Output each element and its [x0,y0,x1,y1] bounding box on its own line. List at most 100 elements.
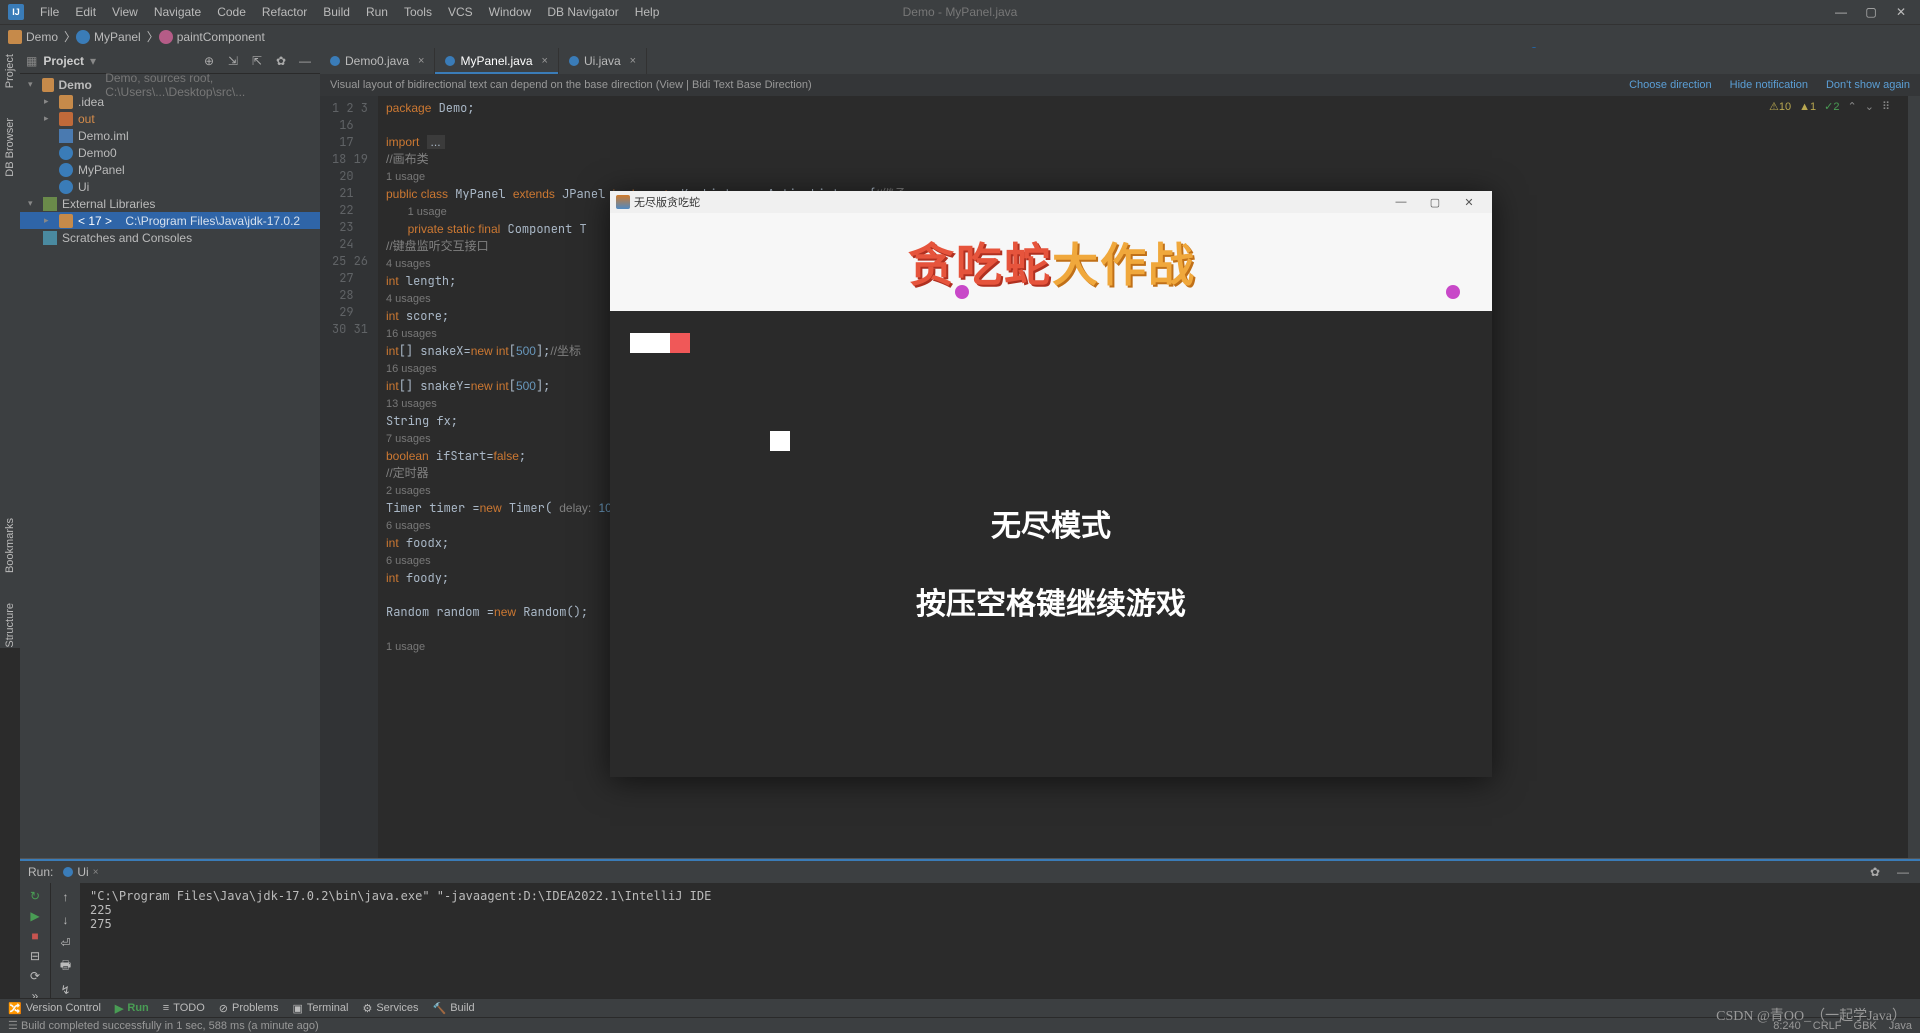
menu-navigate[interactable]: Navigate [148,3,207,21]
food [770,431,790,451]
tree-mypanel[interactable]: MyPanel [78,163,125,177]
wrap-icon[interactable]: ⏎ [57,935,75,952]
up-icon[interactable]: ↑ [57,889,75,906]
class-icon [59,163,73,177]
minimize-button[interactable]: — [1826,0,1856,24]
gutter: 1 2 3 16 17 18 19 20 21 22 23 24 25 26 2… [320,96,378,858]
banner-link[interactable]: Choose direction [1629,79,1712,91]
tool-version-control[interactable]: 🔀Version Control [8,1002,101,1015]
menu-code[interactable]: Code [211,3,252,21]
project-tree[interactable]: ▾Demo Demo, sources root, C:\Users\...\D… [20,74,320,248]
close-icon[interactable]: × [542,55,548,67]
stop-icon[interactable]: ■ [26,929,44,943]
run-output[interactable]: "C:\Program Files\Java\jdk-17.0.2\bin\ja… [80,883,1920,998]
window-controls: — ▢ ✕ [1826,0,1916,24]
game-window[interactable]: 无尽版贪吃蛇 — ▢ ✕ 贪吃蛇大作战 无尽模式 按压空格键继续游戏 [610,191,1492,777]
game-hint-text: 按压空格键继续游戏 [610,579,1492,623]
game-board[interactable]: 无尽模式 按压空格键继续游戏 [610,311,1492,777]
menu-vcs[interactable]: VCS [442,3,479,21]
project-title[interactable]: Project [43,54,84,68]
statusbar: 🔀Version Control ▶Run ≡TODO ⊘Problems ▣Termi… [0,998,1920,1033]
run-tab[interactable]: Ui × [63,865,98,879]
tree-ui[interactable]: Ui [78,180,89,194]
down-icon[interactable]: ↓ [57,912,75,929]
ide-logo: IJ [8,4,24,20]
tab-demo0-java[interactable]: Demo0.java× [320,48,435,74]
bookmarks-tab[interactable]: Bookmarks [4,518,16,573]
library-icon [43,197,57,211]
banner-text: Visual layout of bidirectional text can … [330,79,812,91]
menu-run[interactable]: Run [360,3,394,21]
tool-run[interactable]: ▶Run [115,1002,149,1015]
tool-problems[interactable]: ⊘Problems [219,1002,279,1015]
tool-services[interactable]: ⚙Services [362,1002,418,1015]
close-button[interactable]: ✕ [1886,0,1916,24]
menu-db-navigator[interactable]: DB Navigator [541,3,624,21]
game-close[interactable]: ✕ [1452,196,1486,209]
run-title: Run: [28,865,53,879]
tree-jdk-path: C:\Program Files\Java\jdk-17.0.2 [125,214,300,228]
collapse-all-icon[interactable]: ⇱ [248,52,266,70]
hide-icon[interactable]: — [296,52,314,70]
maximize-button[interactable]: ▢ [1856,0,1886,24]
warn-count: 10 [1779,101,1791,113]
inspection-widget[interactable]: ⚠10 ▲1 ✓2 ⌃⌄ ⠿ [1769,100,1890,113]
dbbrowser-tab[interactable]: DB Browser [4,118,16,177]
pin-icon[interactable]: ⟳ [26,969,44,983]
run-settings-icon[interactable]: ✿ [1866,863,1884,881]
tree-jdk[interactable]: < 17 > [78,214,112,228]
close-icon[interactable]: × [630,55,636,67]
close-icon[interactable]: × [418,55,424,67]
layout-icon[interactable]: ⊟ [26,949,44,963]
tree-demo0[interactable]: Demo0 [78,146,117,160]
tree-scratch[interactable]: Scratches and Consoles [62,231,192,245]
menu-tools[interactable]: Tools [398,3,438,21]
folder-icon [59,95,73,109]
game-minimize[interactable]: — [1384,196,1418,208]
tree-out[interactable]: out [78,112,95,126]
java-icon [616,195,630,209]
clear-icon[interactable]: ↯ [57,981,75,998]
rerun-icon[interactable]: ↻ [26,889,44,903]
run-icon[interactable]: ▶ [26,909,44,923]
expand-all-icon[interactable]: ⇲ [224,52,242,70]
menu-file[interactable]: File [34,3,65,21]
tab-ui-java[interactable]: Ui.java× [559,48,647,74]
print-icon[interactable]: 🖶 [57,957,75,975]
class-icon [76,30,90,44]
run-hide-icon[interactable]: — [1894,863,1912,881]
menu-refactor[interactable]: Refactor [256,3,313,21]
crumb-class[interactable]: MyPanel [94,30,141,44]
game-titlebar[interactable]: 无尽版贪吃蛇 — ▢ ✕ [610,191,1492,213]
project-tab[interactable]: Project [4,54,16,88]
dot-icon [955,285,969,299]
tree-ext-libs[interactable]: External Libraries [62,197,155,211]
tool-terminal[interactable]: ▣Terminal [292,1002,348,1015]
menu-edit[interactable]: Edit [69,3,102,21]
status-message: Build completed successfully in 1 sec, 5… [21,1020,319,1032]
tool-build[interactable]: 🔨Build [433,1002,475,1015]
tool-todo[interactable]: ≡TODO [163,1002,205,1014]
tree-demo-iml[interactable]: Demo.iml [78,129,129,143]
game-maximize[interactable]: ▢ [1418,196,1452,209]
menu-view[interactable]: View [106,3,144,21]
run-tool-window: Run: Ui × ✿ — ↻ ▶ ■ ⊟ ⟳ » ↑ ↓ ⏎ 🖶 ↯ "C:\… [20,858,1920,998]
tree-root[interactable]: Demo [59,78,92,92]
settings-icon[interactable]: ✿ [272,52,290,70]
scrollbar[interactable] [1908,96,1920,858]
menu-build[interactable]: Build [317,3,356,21]
run-sidebar: ↻ ▶ ■ ⊟ ⟳ » [20,883,50,998]
project-dropdown-icon[interactable]: ▦ [26,54,37,68]
select-opened-icon[interactable]: ⊕ [200,52,218,70]
folder-icon [59,214,73,228]
tree-idea[interactable]: .idea [78,95,104,109]
menu-window[interactable]: Window [483,3,538,21]
banner-link[interactable]: Don't show again [1826,79,1910,91]
structure-tab[interactable]: Structure [4,603,16,648]
menu-help[interactable]: Help [629,3,666,21]
crumb-root[interactable]: Demo [26,30,58,44]
tab-mypanel-java[interactable]: MyPanel.java× [435,48,558,74]
banner-link[interactable]: Hide notification [1730,79,1808,91]
crumb-method[interactable]: paintComponent [177,30,265,44]
run-sidebar2: ↑ ↓ ⏎ 🖶 ↯ [50,883,80,998]
